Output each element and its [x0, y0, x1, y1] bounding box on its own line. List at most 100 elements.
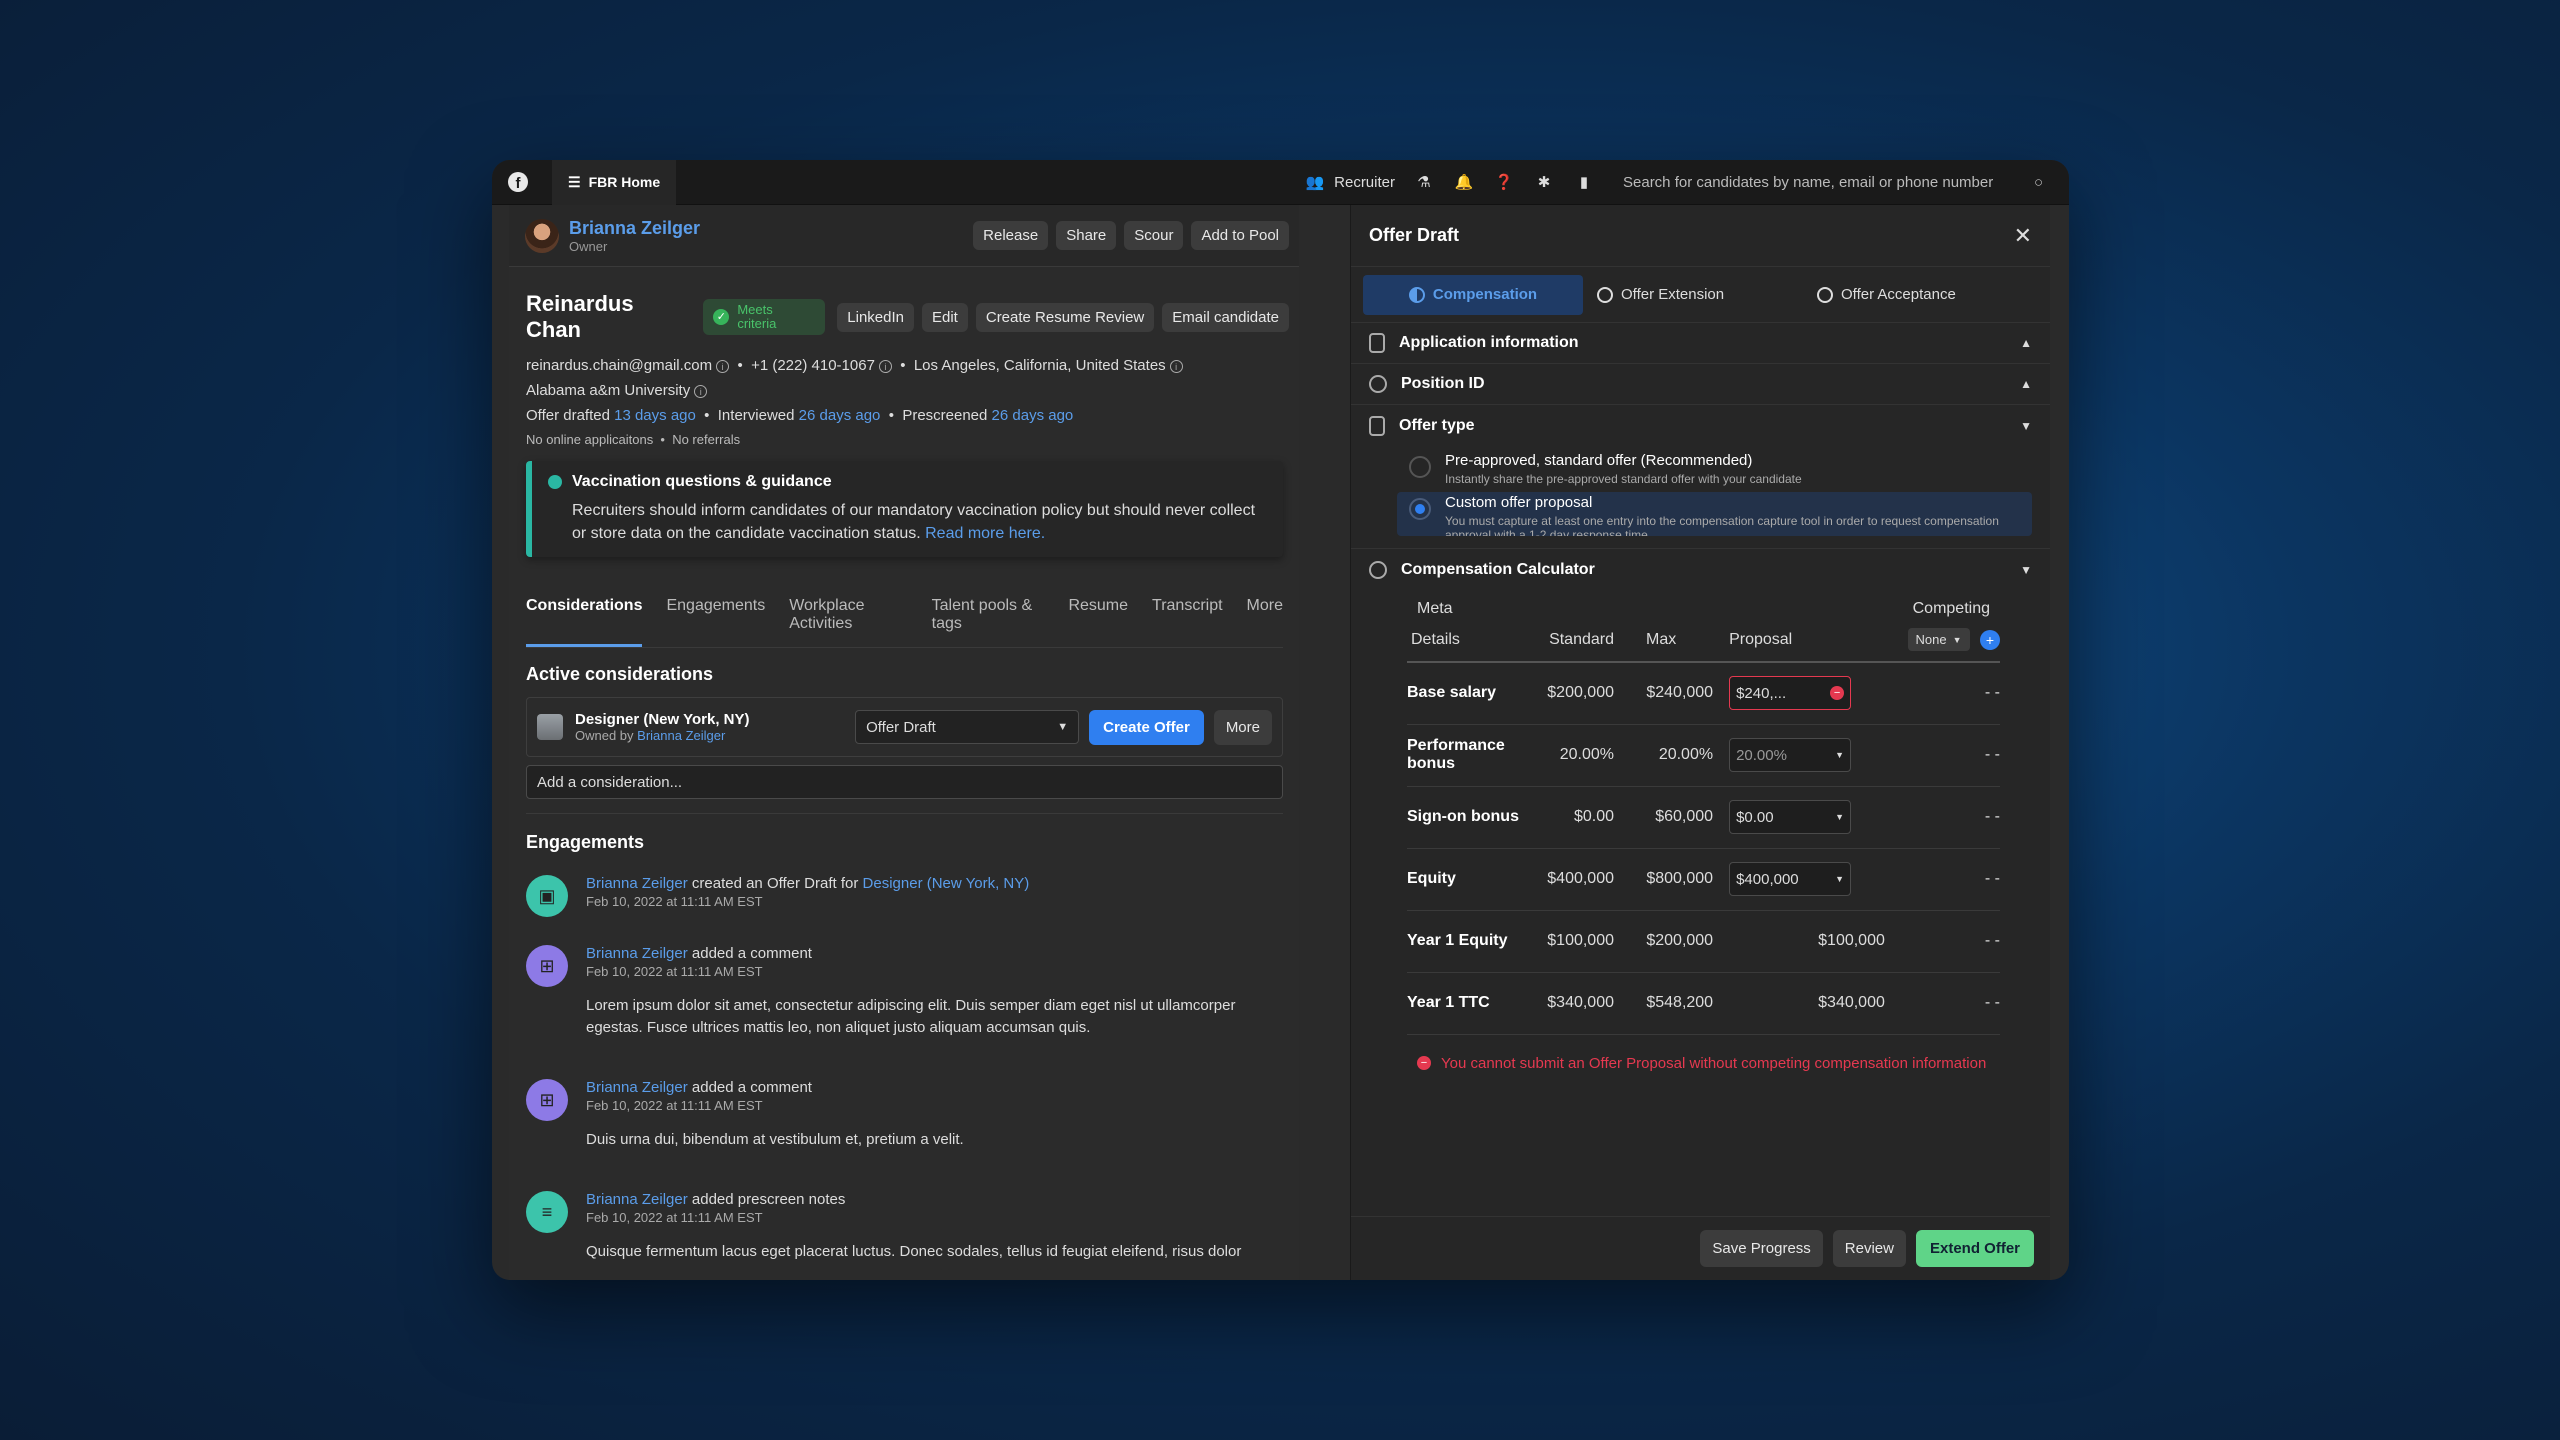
consideration-more-button[interactable]: More: [1213, 709, 1272, 745]
row-max: $548,200: [1630, 972, 1714, 1035]
tab-engagements[interactable]: Engagements: [666, 587, 765, 647]
proposal-value: $400,000: [1736, 870, 1799, 888]
info-icon[interactable]: i: [694, 384, 708, 398]
close-icon[interactable]: ✕: [2014, 223, 2032, 249]
chart-icon[interactable]: ▮: [1573, 171, 1595, 193]
review-button[interactable]: Review: [1832, 1230, 1906, 1267]
chevron-down-icon: ▼: [1952, 634, 1962, 645]
row-max: $240,000: [1630, 662, 1714, 725]
tab-workplace-activities[interactable]: Workplace Activities: [789, 587, 907, 647]
bug-icon[interactable]: ✱: [1533, 171, 1555, 193]
tab-resume[interactable]: Resume: [1068, 587, 1128, 647]
table-row: Base salary $200,000 $240,000 $240,... −…: [1407, 662, 2000, 725]
role-label[interactable]: Recruiter: [1334, 174, 1395, 191]
tab-talent-pools[interactable]: Talent pools & tags: [932, 587, 1045, 647]
info-icon[interactable]: i: [1169, 359, 1183, 373]
interviewed-link[interactable]: 26 days ago: [799, 407, 881, 424]
proposal-input[interactable]: $400,000 ▼: [1729, 862, 1852, 896]
proposal-input[interactable]: $0.00 ▼: [1729, 800, 1852, 834]
facebook-logo-icon[interactable]: f: [508, 172, 528, 192]
radio-standard[interactable]: [1409, 456, 1431, 478]
owner-name[interactable]: Brianna Zeilger: [569, 218, 700, 239]
avatar[interactable]: [525, 218, 559, 253]
read-more-link[interactable]: Read more here.: [925, 525, 1045, 542]
edit-button[interactable]: Edit: [922, 302, 968, 332]
save-progress-button[interactable]: Save Progress: [1700, 1230, 1823, 1267]
prescreened-link[interactable]: 26 days ago: [992, 407, 1074, 424]
engagement-actor[interactable]: Brianna Zeilger: [586, 1079, 688, 1096]
linkedin-button[interactable]: LinkedIn: [837, 302, 914, 332]
offer-type-header[interactable]: Offer type ▼: [1351, 405, 2050, 446]
proposal-input[interactable]: $240,... −: [1729, 676, 1852, 711]
position-id-section[interactable]: Position ID ▲: [1351, 364, 2050, 405]
offer-drafted-link[interactable]: 13 days ago: [614, 407, 696, 424]
calculator-icon: [1369, 560, 1387, 579]
chevron-down-icon[interactable]: ▼: [2020, 419, 2032, 433]
chevron-down-icon: ▼: [1057, 721, 1069, 733]
scour-button[interactable]: Scour: [1124, 221, 1184, 250]
row-standard: $200,000: [1527, 662, 1630, 725]
radio-custom[interactable]: [1409, 498, 1431, 520]
table-row: Year 1 Equity $100,000 $200,000 $100,000…: [1407, 910, 2000, 973]
error-icon: −: [1417, 1056, 1431, 1070]
email-candidate-button[interactable]: Email candidate: [1162, 302, 1289, 332]
step-offer-acceptance[interactable]: Offer Acceptance: [1803, 275, 2023, 315]
engagement-actor[interactable]: Brianna Zeilger: [586, 1191, 688, 1208]
step-offer-extension[interactable]: Offer Extension: [1583, 275, 1803, 315]
competing-select[interactable]: None ▼: [1907, 628, 1970, 651]
info-icon[interactable]: i: [878, 359, 892, 373]
document-icon: [1369, 415, 1385, 436]
tab-considerations[interactable]: Considerations: [526, 587, 643, 647]
share-button[interactable]: Share: [1056, 221, 1117, 250]
chevron-up-icon[interactable]: ▲: [2020, 377, 2032, 391]
add-consideration-input[interactable]: Add a consideration...: [526, 765, 1283, 799]
candidate-phone[interactable]: +1 (222) 410-1067: [751, 357, 875, 374]
chevron-up-icon[interactable]: ▲: [2020, 336, 2032, 350]
flask-icon[interactable]: ⚗: [1413, 171, 1435, 193]
offer-steps: Compensation Offer Extension Offer Accep…: [1351, 267, 2050, 323]
row-label: Base salary: [1407, 662, 1527, 725]
owned-by-link[interactable]: Brianna Zeilger: [637, 728, 725, 743]
candidate-email[interactable]: reinardus.chain@gmail.com: [526, 357, 712, 374]
info-icon[interactable]: i: [716, 359, 730, 373]
row-standard: $400,000: [1527, 848, 1630, 911]
create-resume-review-button[interactable]: Create Resume Review: [975, 302, 1155, 332]
consideration-status-select[interactable]: Offer Draft ▼: [855, 710, 1080, 744]
search-input[interactable]: Search for candidates by name, email or …: [1613, 166, 2053, 198]
home-tab[interactable]: ☰ FBR Home: [552, 160, 677, 205]
create-offer-button[interactable]: Create Offer: [1089, 709, 1204, 745]
engagement-actor[interactable]: Brianna Zeilger: [586, 875, 688, 892]
row-label: Performance bonus: [1407, 724, 1527, 787]
offer-option-standard[interactable]: Pre-approved, standard offer (Recommende…: [1397, 446, 2032, 492]
competing-label: Competing: [1912, 600, 1990, 617]
calculator-header[interactable]: Compensation Calculator ▼: [1351, 549, 2050, 590]
row-max: $200,000: [1630, 910, 1714, 973]
engagement-target[interactable]: Designer (New York, NY): [863, 875, 1030, 892]
engagements-section: Engagements ▣ Brianna Zeilger created an…: [526, 832, 1283, 1263]
search-icon[interactable]: ○: [2034, 174, 2043, 191]
consideration-owner: Owned by Brianna Zeilger: [575, 728, 750, 743]
help-icon[interactable]: ❓: [1493, 171, 1515, 193]
chevron-down-icon[interactable]: ▼: [2020, 563, 2032, 577]
engagement-action: added prescreen notes: [691, 1191, 846, 1208]
step-compensation[interactable]: Compensation: [1363, 274, 1583, 315]
contact-line: reinardus.chain@gmail.com i • +1 (222) 41…: [526, 357, 1299, 374]
engagement-line: Brianna Zeilger added a comment: [586, 945, 1283, 962]
proposal-input[interactable]: 20.00% ▼: [1729, 738, 1852, 772]
offer-option-custom[interactable]: Custom offer proposal You must capture a…: [1397, 492, 2032, 536]
engagement-action: added a comment: [691, 1079, 812, 1096]
consideration-title[interactable]: Designer (New York, NY): [575, 711, 750, 728]
activity-summary: No online applicaitons • No referrals: [526, 432, 741, 447]
tab-transcript[interactable]: Transcript: [1152, 587, 1223, 647]
extend-offer-button[interactable]: Extend Offer: [1915, 1230, 2034, 1267]
tab-more[interactable]: More: [1247, 587, 1283, 647]
engagement-actor[interactable]: Brianna Zeilger: [586, 945, 688, 962]
add-icon[interactable]: +: [1980, 629, 2000, 650]
application-info-section[interactable]: Application information ▲: [1351, 323, 2050, 364]
release-button[interactable]: Release: [973, 221, 1049, 250]
row-competing: - -: [1884, 910, 2000, 973]
consideration-card[interactable]: Designer (New York, NY) Owned by Brianna…: [526, 697, 1283, 757]
bell-icon[interactable]: 🔔: [1453, 171, 1475, 193]
add-to-pool-button[interactable]: Add to Pool: [1191, 221, 1289, 250]
people-icon: 👥: [1305, 174, 1325, 191]
